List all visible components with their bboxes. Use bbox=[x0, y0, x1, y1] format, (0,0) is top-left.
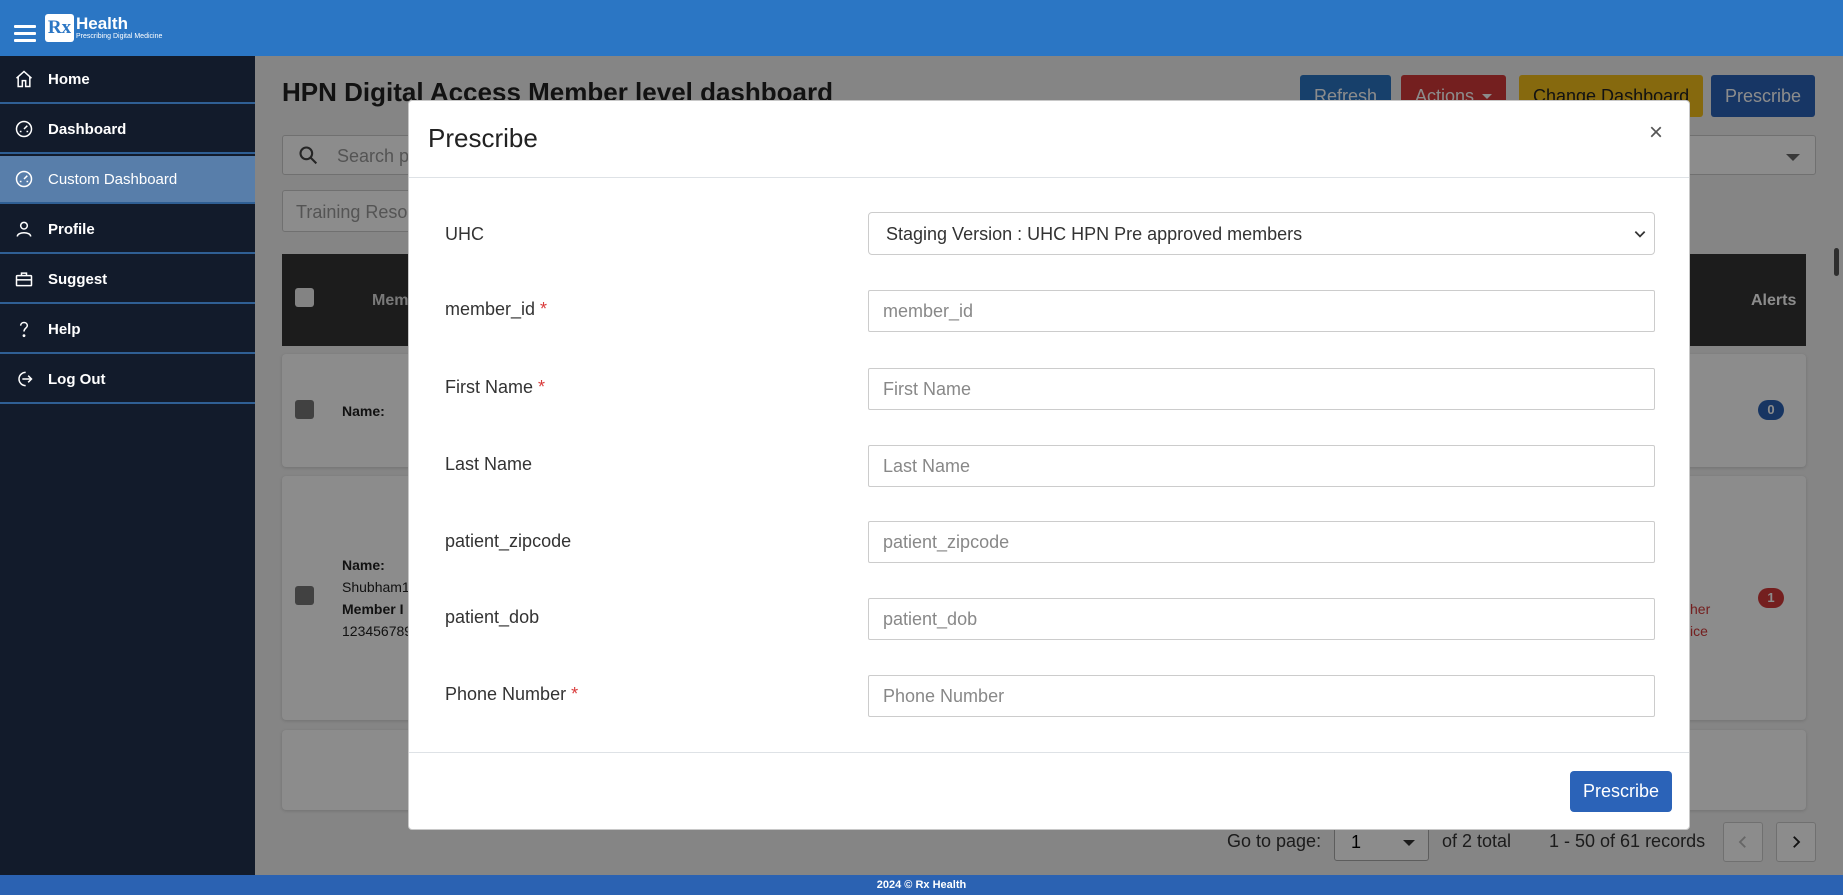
chevron-down-icon bbox=[1634, 231, 1646, 238]
question-icon bbox=[13, 318, 35, 340]
last-name-label: Last Name bbox=[445, 454, 533, 474]
dob-label: patient_dob bbox=[445, 607, 540, 627]
footer: 2024 © Rx Health bbox=[0, 875, 1843, 895]
sidebar-item-dashboard[interactable]: Dashboard bbox=[0, 106, 255, 154]
logo-title: Health bbox=[76, 13, 128, 33]
user-icon bbox=[13, 218, 35, 240]
sidebar-item-home[interactable]: Home bbox=[0, 56, 255, 104]
modal-header-divider bbox=[409, 177, 1689, 178]
prescribe-modal: Prescribe × UHC Staging Version : UHC HP… bbox=[408, 100, 1690, 830]
first-name-input[interactable] bbox=[868, 368, 1655, 410]
sidebar-item-label: Home bbox=[48, 70, 90, 88]
sidebar-item-label: Help bbox=[48, 320, 81, 338]
logo-mark: Rx bbox=[45, 14, 74, 42]
sidebar-item-label: Suggest bbox=[48, 270, 108, 288]
app-logo[interactable]: Rx Health Prescribing Digital Medicine bbox=[45, 14, 162, 42]
gauge-icon bbox=[13, 168, 35, 190]
sidebar-item-profile[interactable]: Profile bbox=[0, 206, 255, 254]
footer-copyright: 2024 © Rx Health bbox=[876, 879, 967, 891]
phone-input[interactable] bbox=[868, 675, 1655, 717]
close-icon[interactable]: × bbox=[1649, 121, 1663, 145]
first-name-label: First Name * bbox=[445, 377, 546, 397]
uhc-select[interactable]: Staging Version : UHC HPN Pre approved m… bbox=[868, 212, 1655, 255]
sidebar-item-label: Profile bbox=[48, 220, 95, 238]
sidebar-item-label: Log Out bbox=[48, 370, 106, 388]
hamburger-menu-icon[interactable] bbox=[14, 25, 36, 43]
required-indicator: * bbox=[540, 299, 548, 319]
phone-label: Phone Number * bbox=[445, 684, 579, 704]
sidebar: Home Dashboard Custom Dashboard Profile … bbox=[0, 56, 255, 875]
sidebar-item-label: Dashboard bbox=[48, 120, 127, 138]
uhc-label: UHC bbox=[445, 224, 484, 244]
modal-footer-divider bbox=[409, 752, 1689, 753]
sidebar-item-logout[interactable]: Log Out bbox=[0, 356, 255, 404]
prescribe-submit-button[interactable]: Prescribe bbox=[1570, 771, 1672, 812]
top-bar: Rx Health Prescribing Digital Medicine bbox=[0, 0, 1843, 56]
last-name-input[interactable] bbox=[868, 445, 1655, 487]
logout-icon bbox=[13, 368, 35, 390]
sidebar-item-label: Custom Dashboard bbox=[48, 170, 178, 188]
briefcase-icon bbox=[13, 268, 35, 290]
dob-input[interactable] bbox=[868, 598, 1655, 640]
member-id-input[interactable] bbox=[868, 290, 1655, 332]
gauge-icon bbox=[13, 118, 35, 140]
zipcode-input[interactable] bbox=[868, 521, 1655, 563]
sidebar-item-suggest[interactable]: Suggest bbox=[0, 256, 255, 304]
logo-subtitle: Prescribing Digital Medicine bbox=[76, 32, 163, 40]
sidebar-item-help[interactable]: Help bbox=[0, 306, 255, 354]
home-icon bbox=[13, 68, 35, 90]
required-indicator: * bbox=[538, 377, 546, 397]
required-indicator: * bbox=[571, 684, 579, 704]
modal-title: Prescribe bbox=[428, 123, 538, 153]
member-id-label: member_id * bbox=[445, 299, 548, 319]
zipcode-label: patient_zipcode bbox=[445, 531, 572, 551]
sidebar-item-custom-dashboard[interactable]: Custom Dashboard bbox=[0, 156, 255, 204]
